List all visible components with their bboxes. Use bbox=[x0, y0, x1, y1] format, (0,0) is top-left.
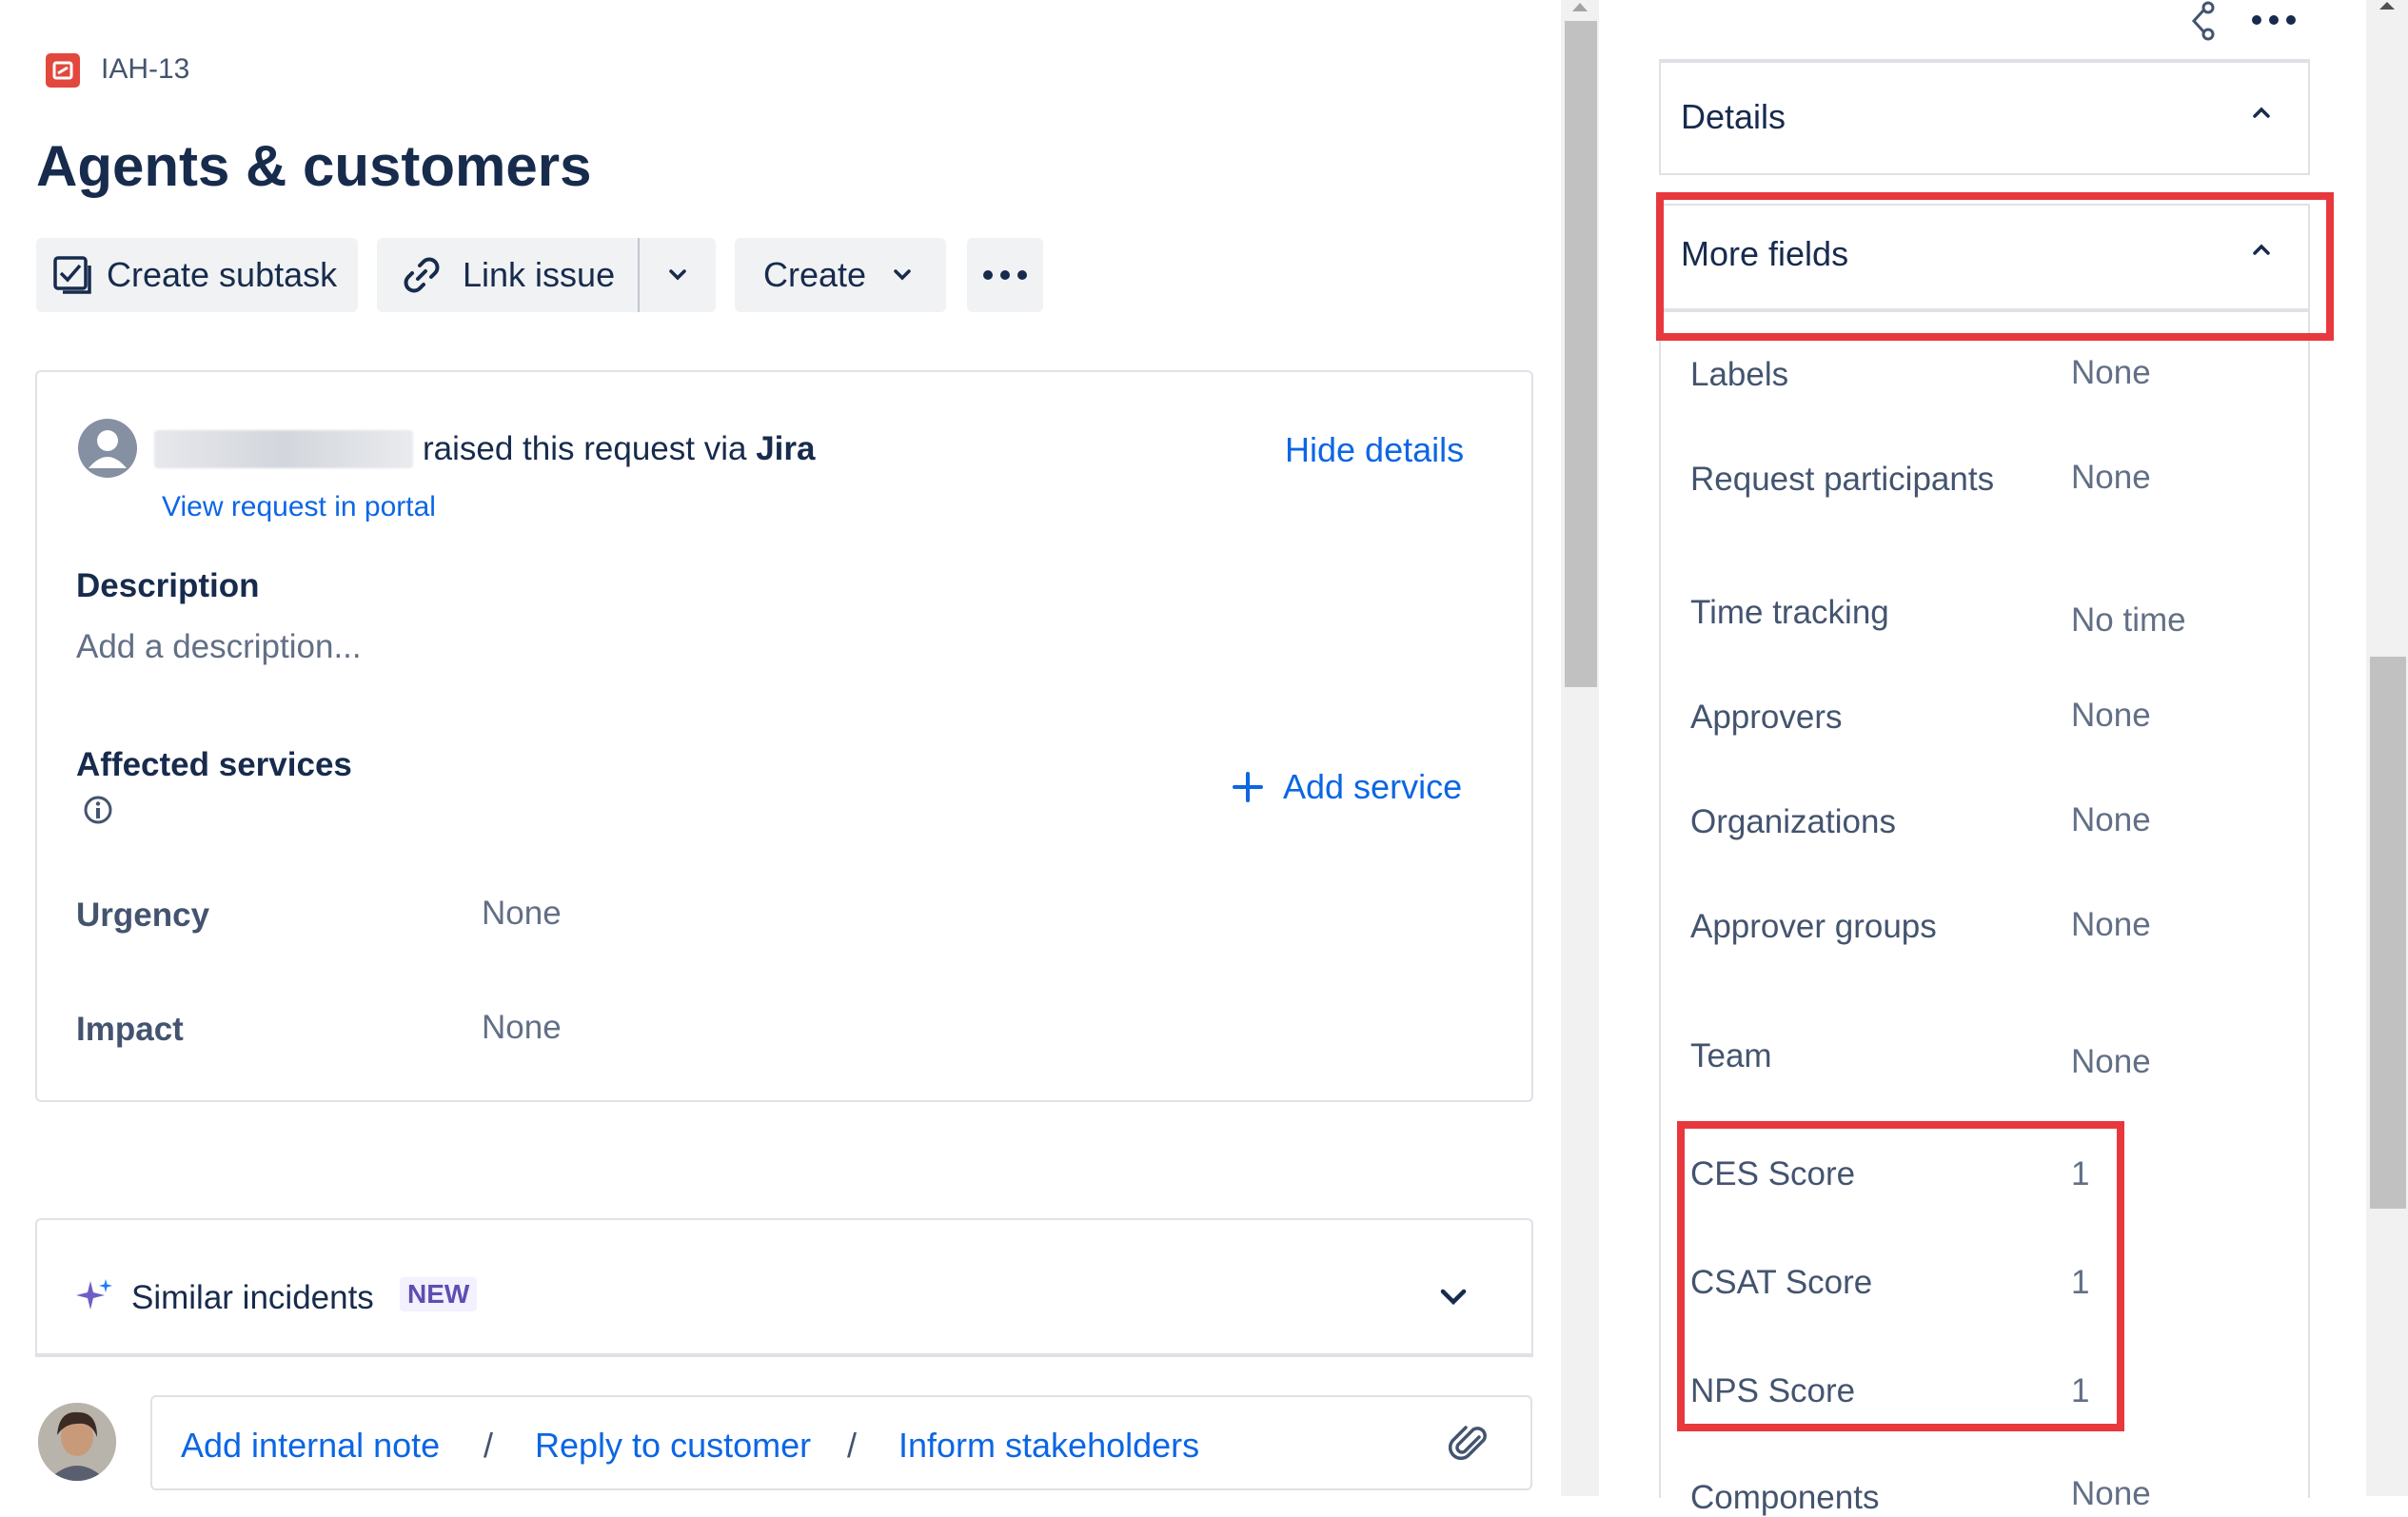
description-input[interactable]: Add a description... bbox=[76, 628, 362, 666]
new-badge: NEW bbox=[400, 1277, 478, 1311]
field-label-team: Team bbox=[1690, 1037, 1772, 1074]
create-button[interactable]: Create bbox=[735, 238, 946, 312]
field-value-request-participants[interactable]: None bbox=[2071, 459, 2151, 497]
panel-scrollbar-thumb[interactable] bbox=[2370, 657, 2406, 1209]
field-label-approvers: Approvers bbox=[1690, 699, 1843, 736]
details-heading: Details bbox=[1681, 97, 1786, 136]
raised-text: raised this request via bbox=[423, 430, 747, 467]
field-value-time-tracking[interactable]: No time bbox=[2071, 601, 2186, 640]
highlight-more-fields bbox=[1656, 192, 2334, 341]
more-icon[interactable] bbox=[2250, 13, 2298, 27]
description-label: Description bbox=[76, 567, 260, 604]
issue-key-link[interactable]: IAH-13 bbox=[101, 53, 189, 86]
comment-separator: / bbox=[847, 1426, 858, 1465]
field-label-labels: Labels bbox=[1690, 356, 1789, 393]
field-label-request-participants: Request participants bbox=[1690, 461, 1995, 498]
user-avatar[interactable] bbox=[38, 1403, 116, 1481]
field-value-approver-groups[interactable]: None bbox=[2071, 906, 2151, 944]
field-value-labels[interactable]: None bbox=[2071, 354, 2151, 392]
inform-stakeholders-link[interactable]: Inform stakeholders bbox=[898, 1426, 1199, 1466]
field-label-organizations: Organizations bbox=[1690, 803, 1896, 840]
page-title[interactable]: Agents & customers bbox=[36, 133, 591, 199]
chevron-down-icon bbox=[664, 262, 691, 288]
chevron-up-icon[interactable] bbox=[2248, 101, 2275, 124]
highlight-score-fields bbox=[1677, 1121, 2124, 1431]
field-value-components[interactable]: None bbox=[2071, 1475, 2151, 1513]
field-value-organizations[interactable]: None bbox=[2071, 801, 2151, 839]
more-icon bbox=[981, 268, 1029, 282]
comment-separator: / bbox=[484, 1426, 494, 1465]
scroll-up-arrow[interactable] bbox=[1569, 0, 1591, 13]
scroll-up-arrow[interactable] bbox=[2376, 0, 2398, 11]
sparkle-icon bbox=[74, 1277, 114, 1317]
more-actions-button[interactable] bbox=[967, 238, 1043, 312]
add-service-button[interactable]: Add service bbox=[1232, 767, 1462, 807]
chevron-down-icon[interactable] bbox=[1437, 1283, 1470, 1311]
link-icon bbox=[400, 253, 444, 297]
urgency-label: Urgency bbox=[76, 896, 210, 934]
similar-incidents-label: Similar incidents bbox=[131, 1279, 374, 1316]
create-label: Create bbox=[763, 255, 867, 294]
reporter-avatar[interactable] bbox=[78, 419, 137, 478]
issue-type-icon[interactable] bbox=[46, 53, 80, 88]
field-label-approver-groups: Approver groups bbox=[1690, 908, 1937, 945]
request-source: Jira bbox=[756, 430, 816, 467]
field-value-team[interactable]: None bbox=[2071, 1043, 2151, 1081]
field-value-approvers[interactable]: None bbox=[2071, 697, 2151, 735]
add-service-label: Add service bbox=[1283, 767, 1463, 806]
main-scrollbar-thumb[interactable] bbox=[1565, 21, 1597, 687]
field-label-time-tracking: Time tracking bbox=[1690, 594, 1889, 631]
create-subtask-label: Create subtask bbox=[107, 255, 338, 294]
link-issue-dropdown-button[interactable] bbox=[640, 238, 716, 312]
link-issue-label: Link issue bbox=[463, 255, 616, 294]
view-in-portal-link[interactable]: View request in portal bbox=[162, 491, 436, 523]
impact-label: Impact bbox=[76, 1011, 184, 1048]
request-details-card bbox=[35, 370, 1533, 1102]
raised-via-text: raised this request via Jira bbox=[423, 430, 815, 468]
reply-to-customer-link[interactable]: Reply to customer bbox=[535, 1426, 811, 1466]
link-issue-button[interactable]: Link issue bbox=[377, 238, 638, 312]
reporter-name-redacted bbox=[154, 430, 413, 468]
plus-icon bbox=[1232, 771, 1264, 803]
create-subtask-button[interactable]: Create subtask bbox=[36, 238, 358, 312]
chevron-down-icon bbox=[889, 262, 916, 288]
info-icon[interactable] bbox=[82, 794, 114, 826]
impact-value[interactable]: None bbox=[482, 1009, 562, 1047]
field-label-components: Components bbox=[1690, 1479, 1880, 1516]
add-internal-note-link[interactable]: Add internal note bbox=[181, 1426, 440, 1466]
affected-services-label: Affected services bbox=[76, 746, 352, 783]
attachment-icon[interactable] bbox=[1449, 1422, 1492, 1466]
subtask-icon bbox=[51, 254, 93, 296]
share-icon[interactable] bbox=[2185, 0, 2220, 44]
urgency-value[interactable]: None bbox=[482, 895, 562, 933]
hide-details-link[interactable]: Hide details bbox=[1285, 430, 1464, 470]
